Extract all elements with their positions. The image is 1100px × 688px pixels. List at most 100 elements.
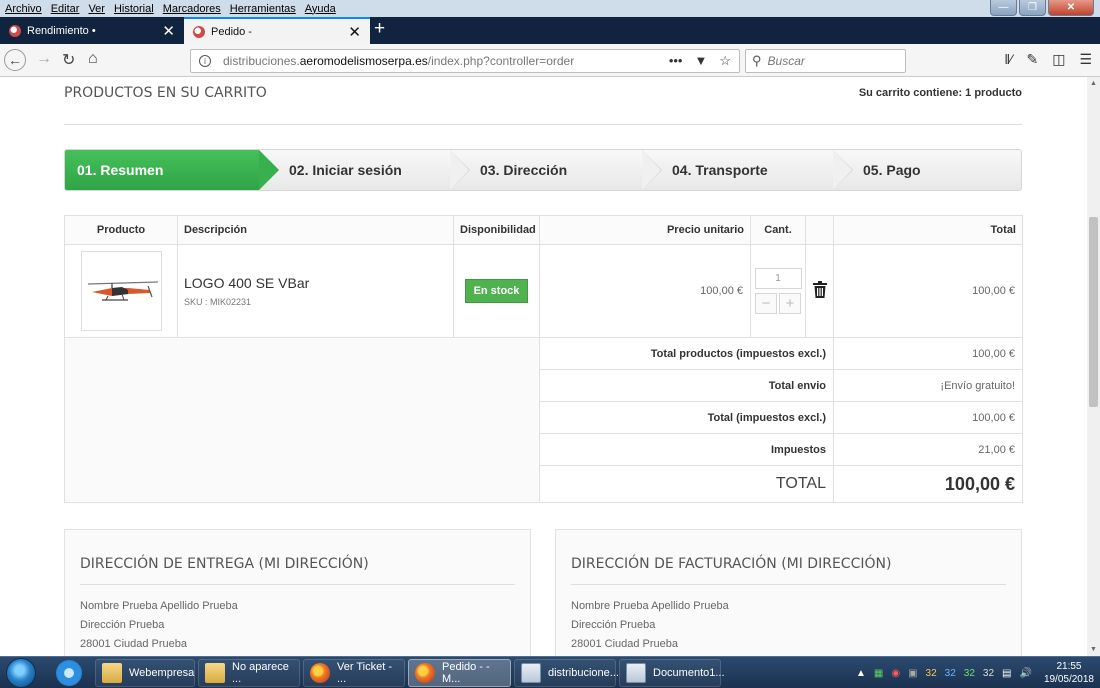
folder-icon [102, 663, 122, 683]
step-transporte[interactable]: 04. Transporte [642, 150, 853, 190]
billing-address-box: DIRECCIÓN DE FACTURACIÓN (MI DIRECCIÓN) … [555, 529, 1022, 656]
network-icon[interactable]: ▤ [1002, 668, 1011, 679]
tray-number[interactable]: 32 [964, 668, 975, 679]
close-tab-icon[interactable]: ✕ [348, 23, 361, 41]
close-tab-icon[interactable]: ✕ [162, 22, 175, 40]
site-favicon-icon [9, 24, 21, 37]
tray-number[interactable]: 32 [926, 668, 937, 679]
address-line: Nombre Prueba Apellido Prueba [571, 600, 729, 612]
tray-number[interactable]: 32 [945, 668, 956, 679]
clock-date: 19/05/2018 [1043, 674, 1094, 685]
quantity-decrease-button[interactable]: − [755, 293, 777, 314]
grand-total-value: 100,00 € [833, 465, 1023, 503]
menu-herramientas[interactable]: Herramientas [230, 3, 296, 15]
new-tab-button[interactable]: + [374, 18, 385, 40]
product-thumbnail[interactable] [80, 251, 162, 331]
step-pago[interactable]: 05. Pago [833, 150, 1021, 190]
page-title: PRODUCTOS EN SU CARRITO [64, 85, 267, 101]
taskbar-item-webempresa[interactable]: Webempresa [95, 659, 195, 687]
step-arrow [259, 150, 278, 190]
search-icon: ⚲ [752, 53, 762, 68]
clock[interactable]: 21:55 19/05/2018 [1044, 660, 1094, 686]
step-iniciar-sesion[interactable]: 02. Iniciar sesión [259, 150, 470, 190]
empty-area [64, 337, 540, 503]
bookmark-star-icon[interactable]: ☆ [719, 53, 731, 69]
step-arrow [450, 150, 469, 190]
divider [64, 124, 1022, 125]
search-placeholder: Buscar [767, 54, 805, 68]
close-window-button[interactable]: ✕ [1048, 0, 1094, 16]
search-input[interactable]: ⚲ Buscar [745, 49, 906, 73]
antivirus-icon[interactable]: ◉ [891, 668, 900, 679]
page-actions-icon[interactable]: ••• [669, 53, 683, 69]
step-direccion[interactable]: 03. Dirección [450, 150, 662, 190]
taskbar-item-no-aparece[interactable]: No aparece ... [198, 659, 300, 687]
taskbar-item-pedido[interactable]: Pedido - - M... [408, 659, 511, 687]
tab-pedido[interactable]: Pedido - ✕ [184, 17, 370, 44]
tab-rendimiento[interactable]: Rendimiento • ✕ [0, 17, 184, 44]
folder-icon [205, 663, 225, 683]
step-arrow [642, 150, 661, 190]
tray-app-icon[interactable]: ▣ [908, 668, 917, 679]
scroll-up-icon[interactable]: ▲ [1090, 80, 1097, 87]
cart-count-text: Su carrito contiene: 1 producto [858, 87, 1022, 99]
taskbar-label: No aparece ... [232, 661, 289, 685]
url-domain: aeromodelismoserpa.es [299, 54, 428, 68]
volume-icon[interactable]: 🔊 [1019, 668, 1031, 679]
document-icon [626, 663, 646, 683]
info-icon[interactable]: i [199, 55, 211, 67]
menu-ver[interactable]: Ver [88, 3, 105, 15]
step-label: 01. Resumen [77, 162, 164, 178]
scrollbar-thumb[interactable] [1089, 217, 1098, 407]
minimize-button[interactable]: — [990, 0, 1017, 16]
summary-label: Total envio [539, 369, 834, 402]
availability-cell: En stock [453, 244, 540, 338]
taskbar-item-distribuciones[interactable]: distribucione... [514, 659, 619, 687]
menu-marcadores[interactable]: Marcadores [163, 3, 221, 15]
billing-address-title: DIRECCIÓN DE FACTURACIÓN (MI DIRECCIÓN) [571, 556, 1006, 585]
tray-app-icon[interactable]: ▦ [874, 668, 883, 679]
menu-archivo[interactable]: Archivo [5, 3, 42, 15]
pocket-icon[interactable]: ▼ [694, 53, 707, 69]
show-hidden-icons-icon[interactable]: ▲ [856, 668, 866, 679]
hamburger-menu-icon[interactable]: ☰ [1079, 51, 1092, 68]
col-precio-unitario: Precio unitario [539, 215, 751, 245]
menu-historial[interactable]: Historial [114, 3, 154, 15]
site-favicon-icon [193, 25, 205, 38]
pen-icon[interactable]: ✎ [1026, 51, 1038, 68]
sidebar-icon[interactable]: ◫ [1052, 51, 1065, 68]
quantity-cell: 1 − + [750, 244, 806, 338]
trash-icon[interactable] [812, 281, 827, 298]
col-disponibilidad: Disponibilidad [453, 215, 540, 245]
url-subdomain: distribuciones. [223, 54, 300, 68]
product-name-link[interactable]: LOGO 400 SE VBar [184, 275, 453, 291]
maximize-button[interactable]: ❐ [1019, 0, 1046, 16]
home-button[interactable]: ⌂ [88, 50, 98, 68]
tray-number[interactable]: 32 [983, 668, 994, 679]
delete-cell [805, 244, 834, 338]
firefox-icon [415, 663, 435, 683]
vertical-scrollbar[interactable]: ▲ ▼ [1087, 77, 1100, 656]
start-button[interactable] [6, 658, 36, 688]
step-label: 04. Transporte [672, 162, 768, 178]
grand-total-label: TOTAL [539, 465, 834, 503]
taskbar-ie[interactable] [50, 659, 90, 687]
quantity-input[interactable]: 1 [754, 268, 802, 289]
step-resumen[interactable]: 01. Resumen [65, 150, 279, 190]
back-button[interactable]: ← [4, 49, 26, 71]
forward-button[interactable]: → [36, 50, 52, 68]
scroll-down-icon[interactable]: ▼ [1090, 646, 1097, 653]
quantity-increase-button[interactable]: + [779, 293, 801, 314]
taskbar-label: Pedido - - M... [442, 661, 490, 685]
reload-button[interactable]: ↻ [62, 50, 75, 70]
product-image-cell [64, 244, 178, 338]
delivery-address-box: DIRECCIÓN DE ENTREGA (MI DIRECCIÓN) Nomb… [64, 529, 531, 656]
taskbar-item-ver-ticket[interactable]: Ver Ticket - ... [303, 659, 405, 687]
summary-value: 21,00 € [833, 433, 1023, 466]
menu-editar[interactable]: Editar [51, 3, 80, 15]
menu-ayuda[interactable]: Ayuda [305, 3, 336, 15]
url-bar[interactable]: i distribuciones. aeromodelismoserpa.es/i… [190, 49, 740, 73]
step-label: 02. Iniciar sesión [289, 162, 402, 178]
taskbar-item-documento1[interactable]: Documento1... [619, 659, 725, 687]
library-icon[interactable]: ‖⁄ [1004, 51, 1012, 68]
